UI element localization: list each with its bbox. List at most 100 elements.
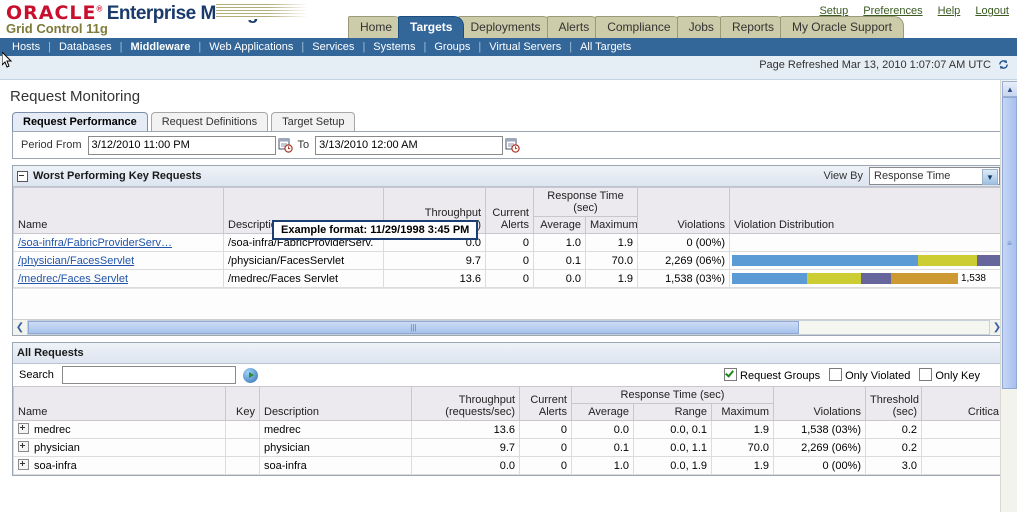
chevron-down-icon[interactable]: ▼	[982, 169, 998, 185]
logout-link[interactable]: Logout	[975, 5, 1009, 17]
sidebar-item-groups[interactable]: Groups	[426, 41, 478, 53]
tab-targets[interactable]: Targets	[398, 16, 464, 38]
sidebar-item-databases[interactable]: Databases	[51, 41, 120, 53]
cell-maximum: 1.9	[712, 457, 774, 475]
search-input[interactable]	[62, 366, 236, 384]
cell-critical	[922, 457, 1004, 475]
col-alerts-text: Alerts	[539, 406, 567, 418]
cell-name: /soa-infra/FabricProviderServ…	[14, 234, 224, 252]
col-average[interactable]: Average	[534, 217, 586, 234]
col-key[interactable]: Key	[226, 387, 260, 421]
hscroll-track[interactable]: |||	[27, 320, 990, 335]
expand-icon[interactable]	[18, 423, 29, 434]
tab-target-setup[interactable]: Target Setup	[271, 112, 355, 131]
page-title: Request Monitoring	[0, 80, 1017, 111]
tab-compliance[interactable]: Compliance	[595, 16, 682, 38]
request-name-link[interactable]: /soa-infra/FabricProviderServ…	[18, 237, 172, 249]
tab-jobs[interactable]: Jobs	[677, 16, 726, 38]
sidebar-item-systems[interactable]: Systems	[365, 41, 423, 53]
col-violations[interactable]: Violations	[638, 188, 730, 234]
col-violations[interactable]: Violations	[774, 387, 866, 421]
col-name[interactable]: Name	[14, 387, 226, 421]
view-by-select[interactable]: Response Time ▼	[869, 167, 1000, 185]
checkbox-icon[interactable]	[919, 368, 932, 381]
cell-violations: 0 (00%)	[638, 234, 730, 252]
violation-segment	[891, 273, 958, 284]
period-panel: Period From To	[12, 131, 1005, 159]
cell-name: medrec	[14, 421, 226, 439]
sidebar-item-middleware[interactable]: Middleware	[122, 41, 198, 53]
sidebar-item-web-applications[interactable]: Web Applications	[201, 41, 301, 53]
col-current-alerts[interactable]: Current Alerts	[486, 188, 534, 234]
col-description[interactable]: Description	[260, 387, 412, 421]
scroll-left-icon[interactable]: ❮	[13, 321, 27, 334]
col-average[interactable]: Average	[572, 404, 634, 421]
vertical-scrollbar[interactable]: ▲ ≡	[1000, 80, 1017, 512]
period-from-input[interactable]	[88, 136, 276, 155]
row-name-text: medrec	[34, 424, 71, 436]
cell-maximum: 70.0	[586, 252, 638, 270]
cell-throughput: 9.7	[412, 439, 520, 457]
sidebar-item-all-targets[interactable]: All Targets	[572, 41, 639, 53]
calendar-icon-from[interactable]	[278, 138, 293, 153]
col-threshold[interactable]: Threshold (sec)	[866, 387, 922, 421]
calendar-icon-to[interactable]	[505, 138, 520, 153]
tab-alerts[interactable]: Alerts	[547, 16, 602, 38]
col-current-text: Current	[492, 207, 529, 219]
col-maximum[interactable]: Maximum	[712, 404, 774, 421]
table-header-row: Name Key Description Throughput (request…	[14, 387, 1004, 404]
col-range[interactable]: Range	[634, 404, 712, 421]
tab-deployments[interactable]: Deployments	[458, 16, 552, 38]
vscroll-thumb[interactable]: ≡	[1002, 97, 1017, 389]
tab-request-performance[interactable]: Request Performance	[12, 112, 148, 131]
checkbox-only-violated[interactable]: Only Violated	[829, 368, 910, 382]
cell-threshold: 0.2	[866, 439, 922, 457]
table-row: /physician/FacesServlet /physician/Faces…	[14, 252, 1004, 270]
go-arrow-icon[interactable]	[243, 368, 258, 383]
checkbox-icon-checked[interactable]	[724, 368, 737, 381]
col-threshold-text: Threshold	[870, 394, 919, 406]
tab-my-oracle-support[interactable]: My Oracle Support	[780, 16, 904, 38]
col-maximum[interactable]: Maximum	[586, 217, 638, 234]
scroll-up-icon[interactable]: ▲	[1002, 81, 1017, 97]
tab-reports[interactable]: Reports	[720, 16, 786, 38]
registered-mark: ®	[97, 5, 102, 14]
help-link[interactable]: Help	[938, 5, 961, 17]
table-empty-space	[13, 288, 1004, 319]
col-throughput[interactable]: Throughput (requests/sec)	[412, 387, 520, 421]
hscroll-thumb[interactable]: |||	[28, 321, 799, 334]
cell-key	[226, 421, 260, 439]
all-requests-header: All Requests	[13, 343, 1004, 364]
cell-violation-distribution: 1,538	[730, 270, 1004, 288]
cell-throughput: 13.6	[412, 421, 520, 439]
request-name-link[interactable]: /medrec/Faces Servlet	[18, 273, 128, 285]
refresh-icon[interactable]	[998, 59, 1009, 70]
checkbox-request-groups[interactable]: Request Groups	[724, 368, 820, 382]
main-tabs: Home Targets Deployments Alerts Complian…	[348, 15, 898, 38]
period-from-label: Period From	[21, 139, 82, 151]
cell-alerts: 0	[486, 234, 534, 252]
cell-average: 1.0	[534, 234, 586, 252]
product-subtitle: Grid Control 11g	[6, 21, 108, 36]
col-critical[interactable]: Critica	[922, 387, 1004, 421]
tab-request-definitions[interactable]: Request Definitions	[151, 112, 268, 131]
sidebar-item-services[interactable]: Services	[304, 41, 362, 53]
cell-violations: 1,538 (03%)	[774, 421, 866, 439]
cell-description: /medrec/Faces Servlet	[224, 270, 384, 288]
violation-segment	[807, 273, 861, 284]
checkbox-only-key[interactable]: Only Key	[919, 368, 980, 382]
request-name-link[interactable]: /physician/FacesServlet	[18, 255, 134, 267]
expand-icon[interactable]	[18, 459, 29, 470]
cell-violations: 2,269 (06%)	[774, 439, 866, 457]
tab-home[interactable]: Home	[348, 16, 404, 38]
expand-icon[interactable]	[18, 441, 29, 452]
checkbox-icon[interactable]	[829, 368, 842, 381]
col-name[interactable]: Name	[14, 188, 224, 234]
col-current-alerts[interactable]: Current Alerts	[520, 387, 572, 421]
cell-critical	[922, 421, 1004, 439]
cell-throughput: 13.6	[384, 270, 486, 288]
collapse-icon[interactable]	[17, 171, 28, 182]
sidebar-item-virtual-servers[interactable]: Virtual Servers	[481, 41, 569, 53]
period-to-input[interactable]	[315, 136, 503, 155]
horizontal-scrollbar[interactable]: ❮ ||| ❯	[13, 319, 1004, 335]
